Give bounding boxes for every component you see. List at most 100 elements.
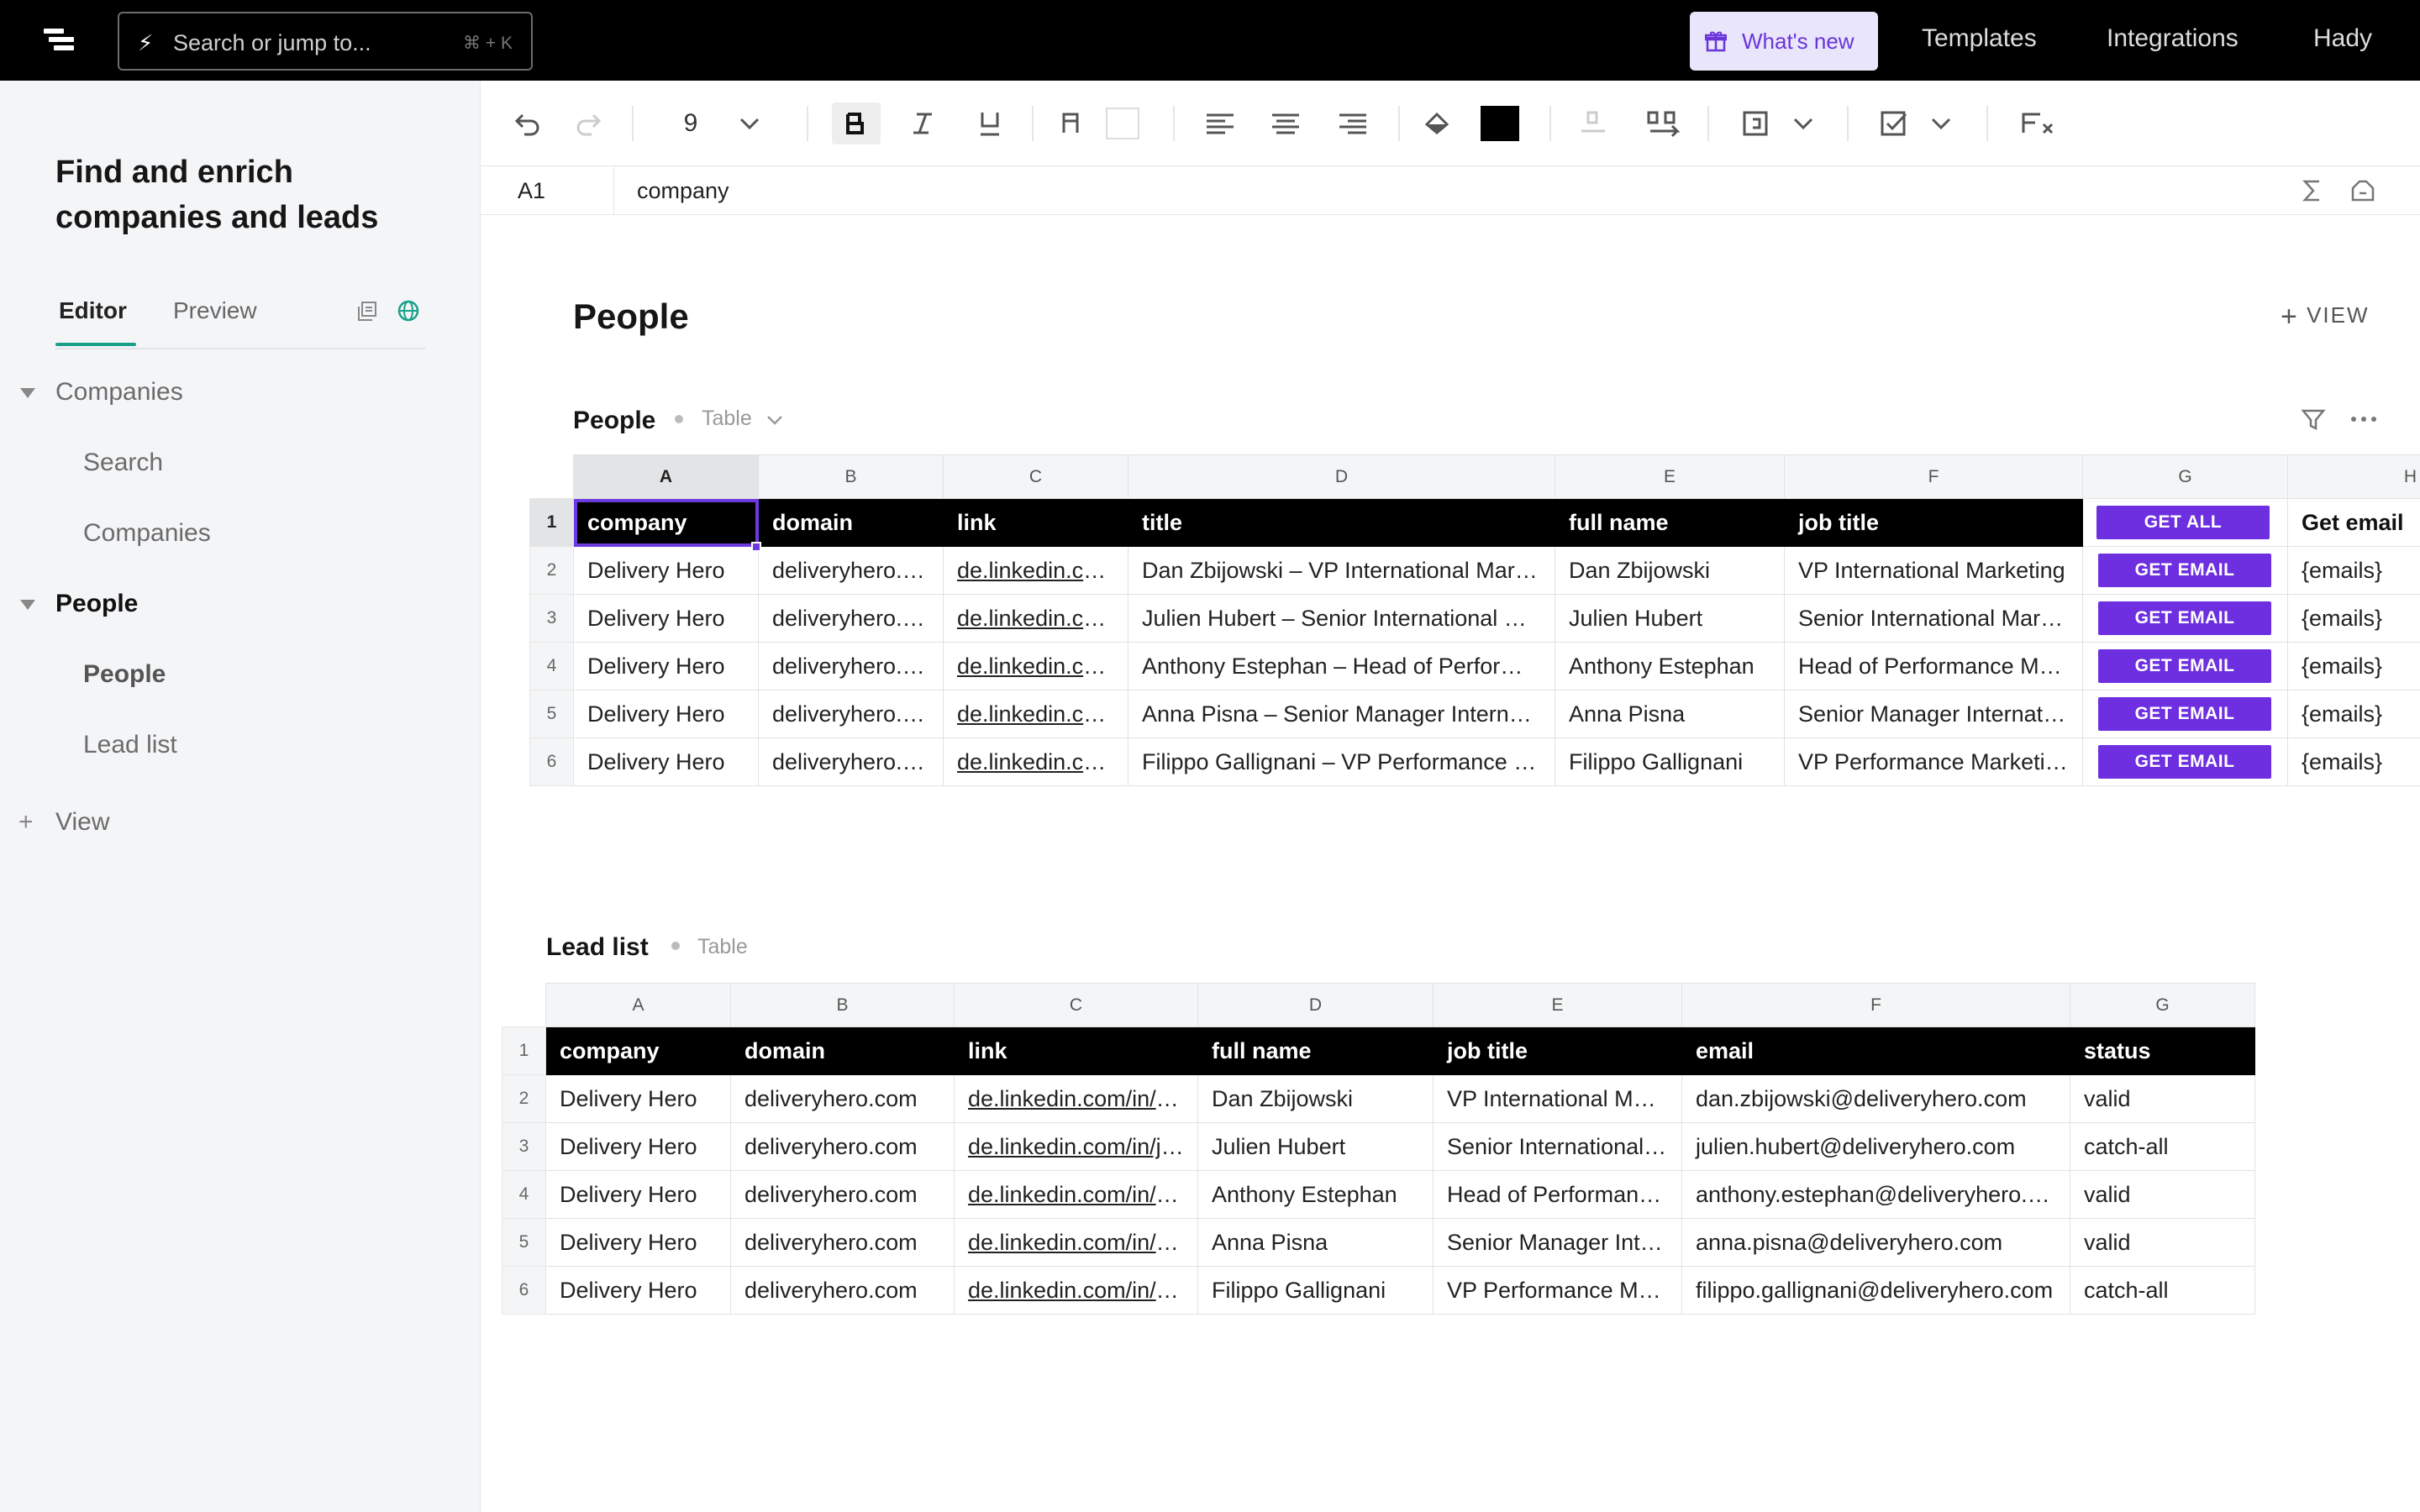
table-cell[interactable]: de.linkedin.com/in/filippo-gallignani [954, 1266, 1198, 1315]
table-cell[interactable]: Anna Pisna [1197, 1218, 1434, 1267]
plus-icon[interactable]: + [18, 808, 34, 837]
cell-format-icon[interactable] [1738, 102, 1775, 144]
sidebar-add-view[interactable]: View [55, 806, 109, 838]
table-cell[interactable]: deliveryhero.com [730, 1122, 955, 1171]
table-cell[interactable]: valid [2070, 1074, 2255, 1123]
column-header[interactable]: B [758, 454, 944, 499]
bold-icon[interactable] [832, 102, 881, 144]
table-cell[interactable]: catch-all [2070, 1122, 2255, 1171]
globe-icon[interactable] [397, 299, 420, 323]
table-cell[interactable]: Delivery Hero [545, 1122, 731, 1171]
sidebar-item-search[interactable]: Search [83, 447, 163, 479]
document-title[interactable]: Find and enrich companies and leads [55, 150, 450, 240]
selection-handle[interactable] [751, 542, 761, 552]
row-number[interactable]: 4 [502, 1170, 546, 1219]
table-cell[interactable]: GET EMAIL [2082, 594, 2288, 643]
get-email-button[interactable]: GET EMAIL [2098, 601, 2271, 635]
sidebar-item-lead-list[interactable]: Lead list [83, 729, 177, 761]
table-cell[interactable]: Dan Zbijowski [1555, 546, 1785, 595]
table-cell[interactable]: Delivery Hero [545, 1218, 731, 1267]
sigma-icon[interactable] [2301, 178, 2324, 203]
table-cell[interactable]: de.linkedin.com/in/dan-zbijowski [943, 546, 1128, 595]
nav-user[interactable]: Hady [2313, 24, 2372, 54]
table-cell[interactable]: de.linkedin.com/in/julien-hubert [954, 1122, 1198, 1171]
nav-integrations[interactable]: Integrations [2107, 24, 2238, 54]
table-cell[interactable]: anthony.estephan@deliveryhero.com [1681, 1170, 2070, 1219]
row-number[interactable]: 1 [502, 1026, 546, 1075]
table-cell[interactable]: {emails} [2287, 594, 2420, 643]
table-cell[interactable]: deliveryhero.com [758, 690, 944, 738]
header-cell[interactable]: email [1681, 1026, 2070, 1075]
table-cell[interactable]: catch-all [2070, 1266, 2255, 1315]
search-input[interactable]: ⚡︎ Search or jump to... ⌘ + K [118, 12, 533, 71]
table-cell[interactable]: deliveryhero.com [730, 1170, 955, 1219]
header-cell[interactable]: link [954, 1026, 1198, 1075]
table-cell[interactable]: anna.pisna@deliveryhero.com [1681, 1218, 2070, 1267]
row-number[interactable]: 3 [502, 1122, 546, 1171]
table-cell[interactable]: Delivery Hero [545, 1170, 731, 1219]
table-cell[interactable]: Dan Zbijowski – VP International Marketi… [1128, 546, 1555, 595]
column-header[interactable]: H [2287, 454, 2420, 499]
table-cell[interactable]: VP International Marketing [1433, 1074, 1682, 1123]
table-cell[interactable]: {emails} [2287, 642, 2420, 690]
row-number[interactable]: 4 [529, 642, 574, 690]
chevron-down-icon[interactable] [1924, 102, 1958, 144]
table-cell[interactable]: de.linkedin.com/in/filippo-gallignani [943, 738, 1128, 786]
chevron-down-icon[interactable] [765, 410, 785, 430]
table-cell[interactable]: deliveryhero.com [758, 642, 944, 690]
column-header[interactable]: E [1433, 983, 1682, 1027]
linkedin-link[interactable]: de.linkedin.com/in/dan-zbijowski [968, 1086, 1197, 1111]
chevron-down-icon[interactable] [733, 102, 766, 144]
table-cell[interactable]: {emails} [2287, 546, 2420, 595]
header-cell[interactable]: company [573, 498, 759, 547]
copy-icon[interactable] [356, 301, 378, 323]
people-table-title[interactable]: People [573, 405, 655, 437]
checkbox-icon[interactable] [1876, 102, 1912, 144]
formula-input[interactable]: company [637, 176, 729, 205]
text-color-swatch[interactable] [1106, 108, 1139, 139]
redo-icon[interactable] [571, 102, 608, 144]
lead-list-table-title[interactable]: Lead list [546, 932, 649, 963]
table-cell[interactable]: dan.zbijowski@deliveryhero.com [1681, 1074, 2070, 1123]
column-header[interactable]: E [1555, 454, 1785, 499]
table-cell[interactable]: Delivery Hero [545, 1074, 731, 1123]
linkedin-link[interactable]: de.linkedin.com/in/anthony-estephan [968, 1182, 1197, 1207]
underline-icon[interactable] [971, 102, 1008, 144]
table-cell[interactable]: Filippo Gallignani [1555, 738, 1785, 786]
table-cell[interactable]: deliveryhero.com [730, 1266, 955, 1315]
table-cell[interactable]: Anthony Estephan – Head of Performance M… [1128, 642, 1555, 690]
table-cell[interactable]: julien.hubert@deliveryhero.com [1681, 1122, 2070, 1171]
font-size-value[interactable]: 9 [674, 102, 708, 144]
table-cell[interactable]: Senior International Marketing [1784, 594, 2083, 643]
table-cell[interactable]: filippo.gallignani@deliveryhero.com [1681, 1266, 2070, 1315]
table-cell[interactable]: de.linkedin.com/in/anthony-estephan [954, 1170, 1198, 1219]
people-table-type[interactable]: Table [702, 404, 752, 433]
table-cell[interactable]: de.linkedin.com/in/julien-hubert [943, 594, 1128, 643]
sidebar-group-companies[interactable]: Companies [55, 376, 183, 408]
text-color-icon[interactable] [1052, 102, 1089, 144]
table-cell[interactable]: {emails} [2287, 690, 2420, 738]
header-cell[interactable]: domain [758, 498, 944, 547]
table-cell[interactable]: valid [2070, 1218, 2255, 1267]
header-cell[interactable]: domain [730, 1026, 955, 1075]
column-header[interactable]: G [2070, 983, 2255, 1027]
get-email-button[interactable]: GET EMAIL [2098, 697, 2271, 731]
table-cell[interactable]: de.linkedin.com/in/dan-zbijowski [954, 1074, 1198, 1123]
table-cell[interactable]: deliveryhero.com [758, 546, 944, 595]
linkedin-link[interactable]: de.linkedin.com/in/anthony-estephan [957, 654, 1128, 679]
row-number[interactable]: 5 [529, 690, 574, 738]
table-cell[interactable]: deliveryhero.com [758, 594, 944, 643]
table-cell[interactable]: Anna Pisna [1555, 690, 1785, 738]
column-header[interactable]: D [1128, 454, 1555, 499]
table-cell[interactable]: GET EMAIL [2082, 690, 2288, 738]
row-number[interactable]: 3 [529, 594, 574, 643]
column-header[interactable]: C [954, 983, 1198, 1027]
column-header[interactable]: G [2082, 454, 2288, 499]
chevron-down-icon[interactable] [20, 388, 35, 398]
table-cell[interactable]: valid [2070, 1170, 2255, 1219]
more-options-icon[interactable] [2349, 407, 2378, 432]
table-cell[interactable]: Julien Hubert – Senior International Mar… [1128, 594, 1555, 643]
row-number[interactable]: 6 [502, 1266, 546, 1315]
table-cell[interactable]: Senior Manager International [1433, 1218, 1682, 1267]
table-cell[interactable]: Senior International Marketing [1433, 1122, 1682, 1171]
